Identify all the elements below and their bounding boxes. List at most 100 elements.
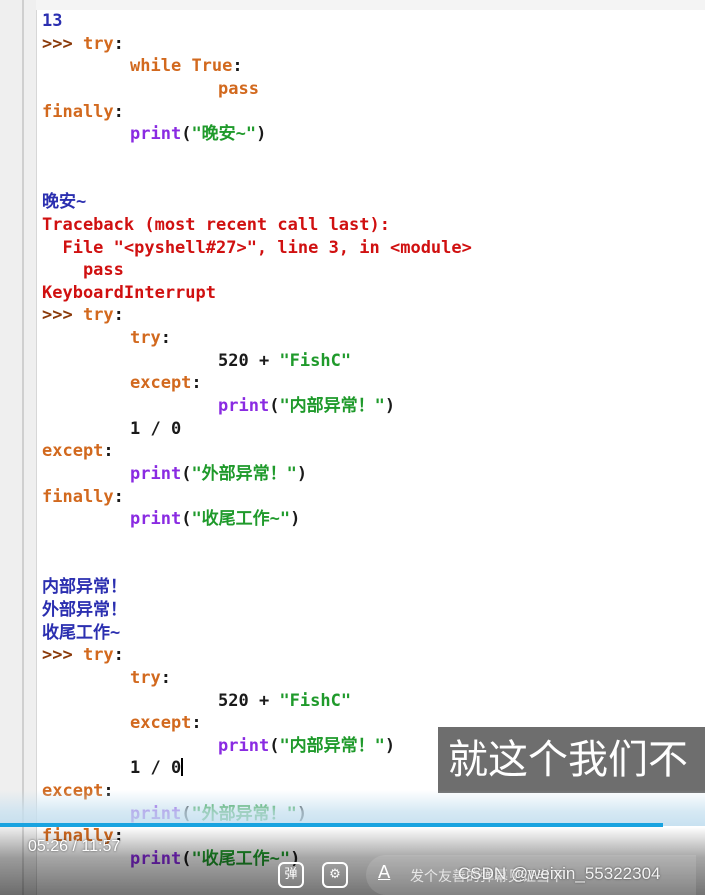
code-token: 内部异常！ (42, 577, 127, 598)
shell-line: 1 / 0 (130, 418, 181, 440)
shell-line: try: (130, 327, 171, 349)
code-token: : (160, 667, 171, 688)
code-token: ) (384, 396, 396, 417)
shell-line: KeyboardInterrupt (42, 282, 216, 304)
shell-line: pass (218, 78, 259, 100)
code-token: print (130, 464, 182, 484)
code-token: ) (296, 464, 308, 484)
code-token: try (130, 667, 161, 688)
code-token: >>> (42, 645, 83, 666)
shell-line: finally: (42, 101, 124, 123)
shell-line: except: (130, 712, 202, 734)
code-token: "收尾工作~" (191, 509, 291, 530)
danmaku-style-icon[interactable]: A (378, 862, 390, 883)
code-token: except (130, 373, 192, 394)
top-band (36, 0, 705, 10)
shell-line: 520 + "FishC" (218, 350, 351, 372)
code-token: print (218, 396, 270, 417)
shell-line: while True: (130, 55, 243, 77)
code-token: "FishC" (279, 690, 352, 711)
code-token: : (103, 441, 114, 462)
code-token: : (232, 56, 243, 77)
code-token: pass (42, 260, 124, 281)
code-token: "外部异常！" (191, 464, 297, 484)
code-token: 收尾工作~ (42, 622, 121, 643)
code-token: : (113, 33, 124, 54)
shell-line: 13 (42, 10, 62, 32)
code-token: "晚安~" (191, 124, 257, 145)
shell-line: 1 / 0 (130, 757, 184, 779)
code-token: 晚安~ (42, 192, 87, 213)
shell-line: 外部异常！ (42, 599, 127, 621)
code-token: pass (218, 78, 259, 99)
code-token: while (130, 56, 182, 77)
shell-line: 520 + "FishC" (218, 690, 351, 712)
code-token: 520 + (218, 690, 280, 711)
shell-line: pass (42, 259, 124, 281)
code-token: : (113, 486, 124, 507)
code-token: except (130, 713, 192, 734)
code-token: ( (269, 396, 280, 417)
shell-line: Traceback (most recent call last): (42, 214, 390, 236)
code-token: print (218, 735, 270, 756)
shell-line: 晚安~ (42, 191, 86, 213)
code-token: print (130, 124, 182, 145)
code-token: 13 (42, 11, 63, 31)
current-time: 05:26 (28, 838, 69, 855)
shell-line: except: (42, 440, 114, 462)
code-token: : (160, 328, 171, 349)
code-token: try (82, 33, 114, 54)
code-token: File "<pyshell#27>", line 3, in <module> (42, 237, 472, 258)
danmaku-settings-icon[interactable]: ⚙ (322, 862, 348, 888)
shell-line: >>> try: (42, 33, 124, 55)
code-token: : (113, 101, 124, 122)
code-token: Traceback (most recent call last): (42, 214, 390, 235)
shell-line: print("收尾工作~") (130, 508, 300, 530)
code-token: : (113, 645, 124, 666)
duration: 11:57 (81, 838, 121, 855)
danmaku-toggle-icon[interactable]: 弹 (278, 862, 304, 888)
code-token: 1 / 0 (130, 758, 182, 779)
code-token: : (113, 305, 124, 326)
code-token: 外部异常！ (42, 599, 127, 620)
code-token: finally (42, 101, 114, 122)
code-token: try (82, 645, 114, 666)
code-token: "内部异常！" (279, 735, 385, 756)
shell-line: >>> try: (42, 644, 124, 666)
code-token: 520 + (218, 350, 280, 371)
code-token: ( (181, 464, 192, 484)
time-separator: / (72, 838, 77, 855)
shell-gutter (0, 0, 37, 895)
code-token: ) (290, 509, 301, 530)
code-token: ) (256, 124, 267, 145)
code-token: except (42, 441, 104, 462)
shell-line: print("内部异常！") (218, 735, 395, 757)
shell-line: print("内部异常！") (218, 395, 395, 417)
player-overlay-gradient (0, 790, 705, 826)
code-token: >>> (42, 305, 83, 326)
code-token: ( (269, 735, 280, 756)
code-token: : (191, 373, 202, 394)
code-token: try (82, 305, 114, 326)
text-cursor (181, 758, 184, 777)
code-token: try (130, 328, 161, 349)
video-subtitle: 就这个我们不 (438, 727, 705, 793)
code-token: True (191, 56, 233, 77)
shell-line: print("外部异常！") (130, 463, 307, 485)
code-token: "FishC" (279, 350, 352, 371)
shell-line: File "<pyshell#27>", line 3, in <module> (42, 237, 472, 259)
shell-line: try: (130, 667, 171, 689)
shell-line: >>> try: (42, 304, 124, 326)
shell-line: except: (130, 372, 202, 394)
code-token: "内部异常！" (279, 396, 385, 417)
code-token: ( (181, 509, 192, 530)
code-token: finally (42, 486, 114, 507)
csdn-watermark: CSDN @weixin_55322304 (458, 864, 661, 883)
shell-line: 内部异常！ (42, 576, 127, 598)
shell-line: 收尾工作~ (42, 622, 120, 644)
shell-line: print("晚安~") (130, 123, 266, 145)
code-token: KeyboardInterrupt (42, 282, 216, 303)
gutter-divider (22, 0, 24, 895)
code-token: print (130, 509, 182, 530)
